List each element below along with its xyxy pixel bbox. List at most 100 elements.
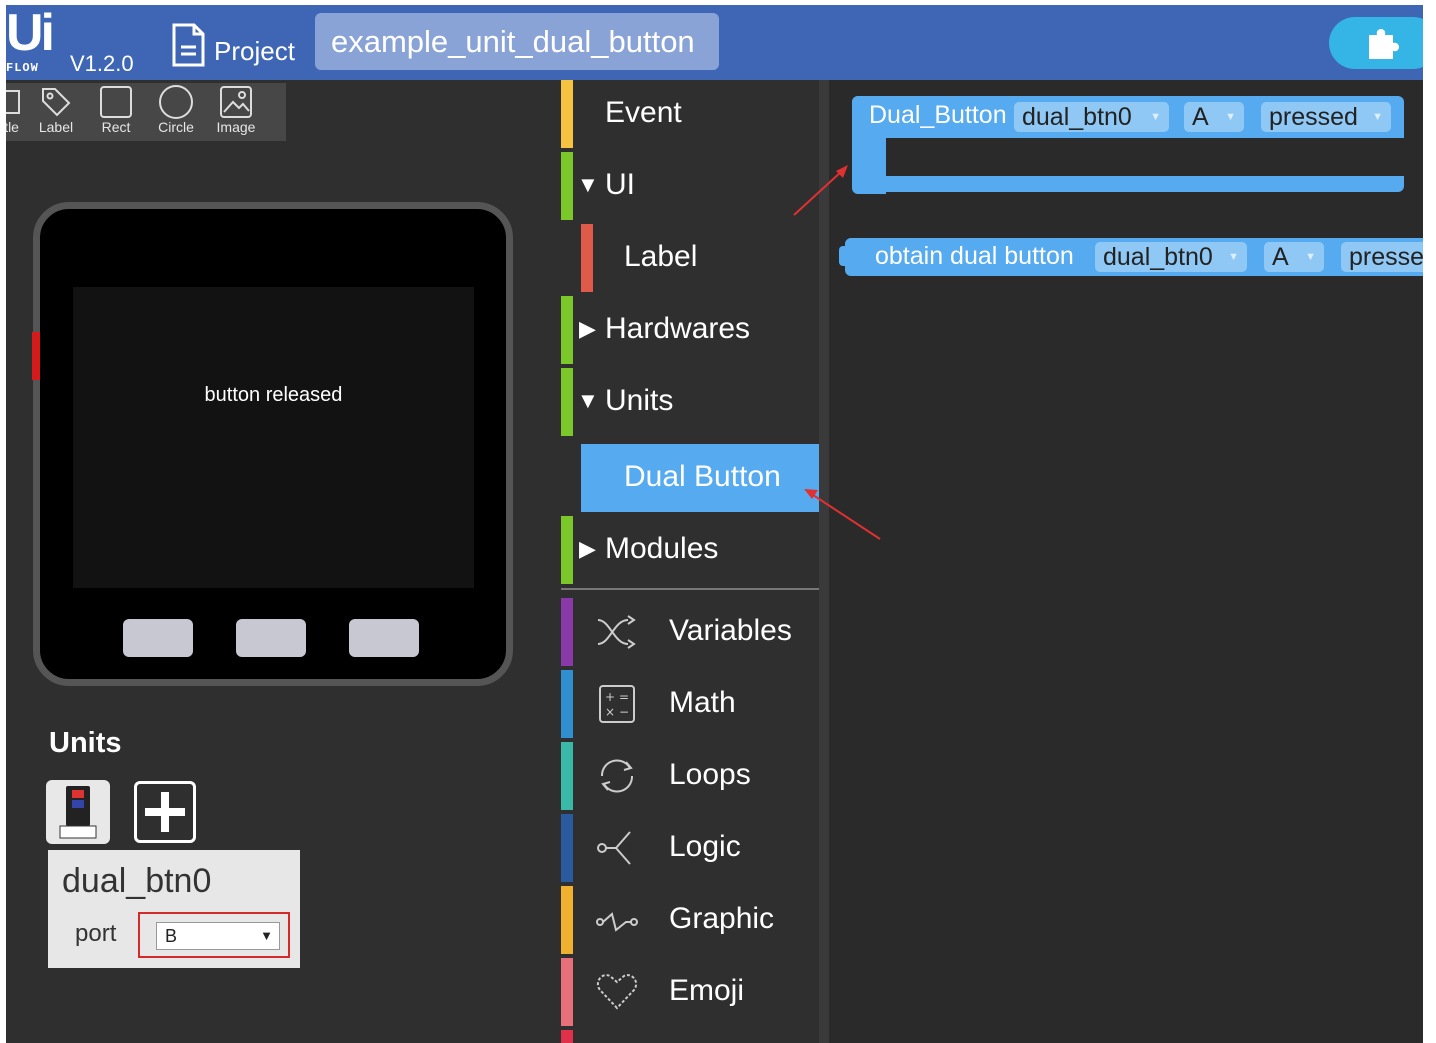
obtain-dual-button-block[interactable]: obtain dual button dual_btn0▼ A▼ pressed… <box>839 238 1423 276</box>
device-screen[interactable]: button released <box>73 287 474 588</box>
widget-image[interactable]: Image <box>206 83 266 141</box>
project-button[interactable]: Project <box>170 23 295 67</box>
dropdown-value: A <box>1192 103 1209 131</box>
category-variables[interactable]: Variables <box>561 598 819 666</box>
blocks-workspace[interactable]: Dual_Button dual_btn0 ▼ A ▼ pressed ▼ obtai… <box>829 80 1423 1043</box>
dual-button-unit-icon[interactable] <box>46 780 110 844</box>
add-unit-button[interactable] <box>134 781 196 843</box>
panel-divider[interactable] <box>819 80 829 1043</box>
block-label: Dual_Button <box>869 101 1007 129</box>
category-emoji[interactable]: Emoji <box>561 958 819 1026</box>
category-label: Loops <box>669 758 751 791</box>
category-hardwares[interactable]: ▶ Hardwares <box>561 296 819 364</box>
dual-button-unit-image <box>59 786 97 839</box>
port-label: port <box>75 920 117 947</box>
category-event[interactable]: Event <box>561 80 819 148</box>
category-color-bar <box>561 670 573 738</box>
svg-text:=: = <box>619 690 629 704</box>
logo-subtext: FLOW <box>6 61 39 75</box>
category-color-bar <box>561 1030 573 1043</box>
heart-icon <box>596 974 638 1010</box>
category-label: UI <box>605 168 635 201</box>
category-color-bar <box>561 742 573 810</box>
category-color-bar <box>561 80 573 148</box>
unit-name: dual_btn0 <box>62 862 212 900</box>
button-dropdown[interactable]: A ▼ <box>1264 242 1324 272</box>
category-logic[interactable]: Logic <box>561 814 819 882</box>
dropdown-value: pressed <box>1349 243 1423 271</box>
port-select[interactable]: B ▼ <box>156 922 280 950</box>
chevron-down-icon: ▼ <box>1372 111 1383 123</box>
unit-dropdown[interactable]: dual_btn0 ▼ <box>1014 102 1169 132</box>
category-dual-button[interactable]: Dual Button <box>581 444 819 512</box>
puzzle-icon <box>1369 29 1399 59</box>
block-category-menu: Event ▼ UI Label ▶ Hardwares ▼ Units Dua… <box>561 80 819 1043</box>
category-label-sub[interactable]: Label <box>561 224 819 292</box>
svg-text:×: × <box>605 705 615 719</box>
category-modules[interactable]: ▶ Modules <box>561 516 819 584</box>
category-color-bar <box>561 296 573 364</box>
project-name-field[interactable]: example_unit_dual_button <box>315 13 719 70</box>
category-color-bar <box>561 814 573 882</box>
dropdown-value: dual_btn0 <box>1022 103 1132 131</box>
title-widget-icon <box>6 90 20 114</box>
widget-circle[interactable]: Circle <box>146 83 206 141</box>
unit-config-card: dual_btn0 port B ▼ <box>48 850 300 968</box>
chevron-down-icon: ▼ <box>260 928 273 943</box>
block-label: obtain dual button <box>875 242 1074 270</box>
category-color-bar <box>561 886 573 954</box>
calculator-icon: + = × − <box>599 685 635 723</box>
category-ui[interactable]: ▼ UI <box>561 152 819 220</box>
state-dropdown[interactable]: pressed▼ <box>1341 242 1423 272</box>
block-output-connector <box>839 246 849 266</box>
version-label: V1.2.0 <box>70 51 134 76</box>
device-button-b <box>236 619 306 657</box>
category-separator <box>561 588 819 590</box>
state-dropdown[interactable]: pressed▼ <box>1261 102 1391 132</box>
top-bar: Ui FLOW V1.2.0 Project example_unit_dual… <box>6 5 1423 80</box>
widget-label: Label <box>38 119 74 135</box>
unit-dropdown[interactable]: dual_btn0 ▼ <box>1095 242 1247 272</box>
category-label: Event <box>605 96 682 129</box>
uiflow-logo: Ui FLOW <box>6 5 62 75</box>
screen-label[interactable]: button released <box>73 384 474 407</box>
collapsed-triangle-icon: ▶ <box>579 316 596 341</box>
category-label: Emoji <box>669 974 745 1007</box>
button-dropdown[interactable]: A ▼ <box>1184 102 1244 132</box>
uiflow-app: Ui FLOW V1.2.0 Project example_unit_dual… <box>6 5 1423 1043</box>
category-color-bar <box>561 516 573 584</box>
plus-icon <box>145 792 185 832</box>
widget-label-tool[interactable]: Label <box>26 83 86 141</box>
port-value: B <box>165 926 178 946</box>
category-label: Dual Button <box>624 460 781 493</box>
chevron-down-icon: ▼ <box>1228 251 1239 263</box>
category-graphic[interactable]: Graphic <box>561 886 819 954</box>
expanded-triangle-icon: ▼ <box>577 388 599 413</box>
widget-label: Rect <box>101 119 131 135</box>
category-color-bar <box>561 958 573 1026</box>
dual-button-event-block[interactable]: Dual_Button dual_btn0 ▼ A ▼ pressed ▼ <box>852 96 1404 194</box>
expanded-triangle-icon: ▼ <box>577 172 599 197</box>
svg-text:+: + <box>605 690 615 704</box>
category-units[interactable]: ▼ Units <box>561 368 819 436</box>
category-more[interactable] <box>561 1030 819 1043</box>
category-loops[interactable]: Loops <box>561 742 819 810</box>
svg-text:−: − <box>619 705 629 719</box>
category-color-bar <box>561 368 573 436</box>
category-label: Label <box>624 240 698 273</box>
document-icon <box>172 23 205 67</box>
widget-toolbar: Title Label Rect Circle Image <box>6 83 286 141</box>
plugin-button[interactable] <box>1329 17 1423 69</box>
port-highlight: B ▼ <box>138 912 290 958</box>
widget-title[interactable]: Title <box>6 83 26 141</box>
category-label: Math <box>669 686 736 719</box>
widget-rect[interactable]: Rect <box>86 83 146 141</box>
units-panel-title: Units <box>49 727 122 759</box>
circle-icon <box>159 85 193 119</box>
category-math[interactable]: + = × − Math <box>561 670 819 738</box>
image-icon <box>220 86 252 118</box>
category-label: Logic <box>669 830 741 863</box>
category-label: Hardwares <box>605 312 751 345</box>
tag-icon <box>42 88 71 117</box>
category-label: Variables <box>669 614 792 647</box>
